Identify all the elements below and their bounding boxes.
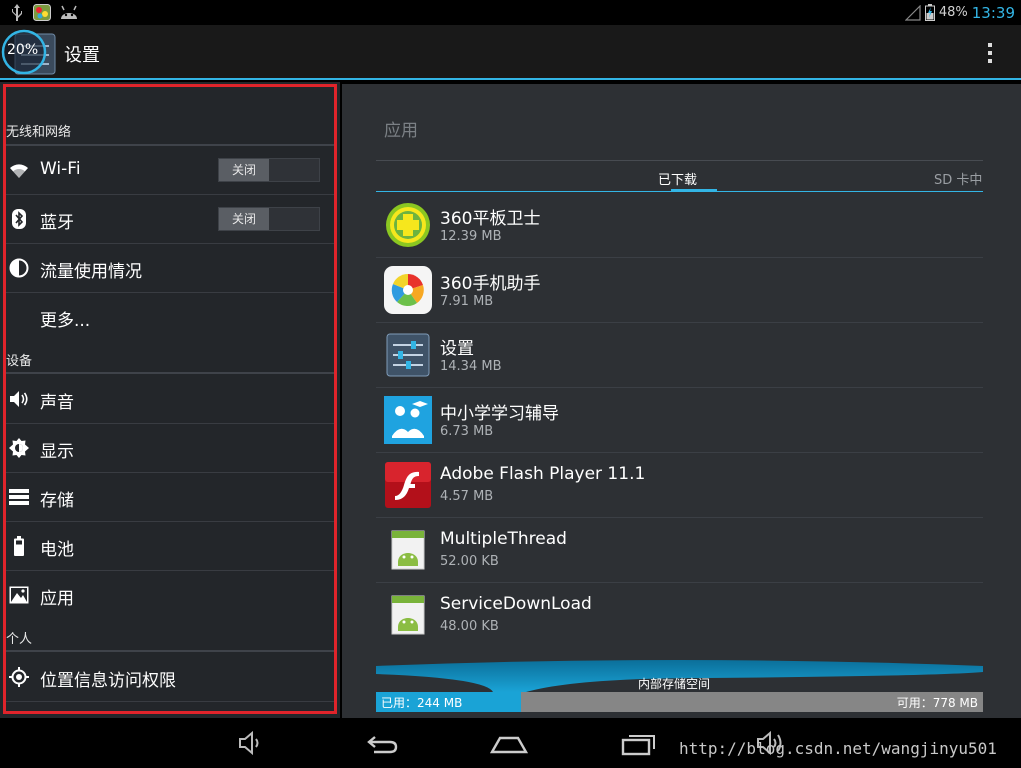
settings-item-label: 更多... (40, 311, 91, 331)
section-header-device: 设备 (6, 354, 33, 369)
app-row[interactable]: Adobe Flash Player 11.1 4.57 MB (376, 452, 983, 517)
app-notification-icon (33, 4, 51, 21)
watermark: http://blog.csdn.net/wangjinyu501 (679, 739, 997, 758)
apps-detail-pane: 应用 已下载 SD 卡中 360平板卫士 12.39 MB 360手机助手 7.… (342, 84, 1021, 718)
app-size: 6.73 MB (440, 424, 494, 439)
data-usage-icon (9, 258, 29, 278)
section-divider (6, 372, 334, 374)
apps-icon (9, 586, 29, 604)
section-header-wireless: 无线和网络 (6, 125, 72, 140)
page-title: 设置 (64, 45, 100, 66)
bluetooth-toggle[interactable]: 关闭 (218, 207, 320, 231)
storage-bar: 已用：244 MB 可用：778 MB (376, 692, 983, 712)
storage-label: 内部存储空间 (638, 677, 711, 691)
app-size: 48.00 KB (440, 619, 499, 634)
toggle-label: 关闭 (219, 208, 269, 230)
bluetooth-icon (12, 209, 26, 229)
sound-icon (10, 391, 28, 407)
tab-downloaded[interactable]: 已下载 (658, 169, 697, 188)
flash-player-icon (385, 462, 431, 508)
app-row[interactable]: 360平板卫士 12.39 MB (376, 192, 983, 257)
app-row[interactable]: 设置 14.34 MB (376, 322, 983, 387)
storage-icon (9, 489, 29, 505)
clock: 13:39 (971, 3, 1015, 22)
settings-item-more[interactable]: 更多... (6, 293, 334, 341)
settings-item-label: Wi-Fi (40, 159, 81, 179)
settings-app-icon (386, 333, 430, 377)
app-name: 中小学学习辅导 (440, 404, 559, 424)
recent-apps-icon[interactable] (618, 728, 658, 758)
app-name: 360手机助手 (440, 274, 541, 294)
app-name: ServiceDownLoad (440, 594, 592, 614)
android-default-icon (391, 595, 425, 635)
overflow-menu-icon[interactable] (982, 40, 998, 66)
app-row[interactable]: 360手机助手 7.91 MB (376, 257, 983, 322)
settings-item-label: 显示 (40, 442, 74, 462)
app-name: 360平板卫士 (440, 209, 541, 229)
settings-item-apps[interactable]: 应用 (6, 571, 334, 619)
settings-item-label: 蓝牙 (40, 213, 74, 233)
settings-item-battery[interactable]: 电池 (6, 522, 334, 570)
back-icon[interactable] (362, 728, 402, 758)
settings-item-storage[interactable]: 存储 (6, 473, 334, 521)
android-default-icon (391, 530, 425, 570)
volume-down-icon[interactable] (230, 728, 270, 758)
battery-icon (14, 536, 24, 556)
display-icon (9, 438, 29, 458)
memory-badge: 20% (7, 42, 39, 58)
wifi-toggle[interactable]: 关闭 (218, 158, 320, 182)
app-row[interactable]: 中小学学习辅导 6.73 MB (376, 387, 983, 452)
section-divider (6, 650, 334, 652)
row-divider (6, 701, 334, 702)
battery-status-icon (924, 4, 935, 21)
app-size: 14.34 MB (440, 359, 502, 374)
settings-item-label: 位置信息访问权限 (40, 671, 176, 691)
360-security-icon (386, 203, 430, 247)
app-name: MultipleThread (440, 529, 567, 549)
app-row[interactable]: MultipleThread 52.00 KB (376, 517, 983, 582)
360-assistant-icon (384, 266, 432, 314)
app-name: Adobe Flash Player 11.1 (440, 464, 646, 484)
settings-item-label: 电池 (40, 540, 74, 560)
study-tutor-icon (384, 396, 432, 444)
section-header-personal: 个人 (6, 632, 33, 647)
settings-item-label: 存储 (40, 491, 74, 511)
android-debug-icon (61, 5, 77, 19)
tab-sd-card[interactable]: SD 卡中 (934, 169, 982, 188)
storage-used-text: 已用：244 MB (381, 696, 463, 710)
storage-free-text: 可用：778 MB (896, 696, 978, 710)
status-bar: 48% 13:39 (0, 0, 1021, 25)
pane-title: 应用 (384, 121, 418, 141)
action-bar: 20% 设置 (0, 25, 1021, 80)
signal-icon (904, 4, 921, 21)
usb-icon (12, 4, 22, 21)
title-divider (376, 160, 983, 161)
app-size: 52.00 KB (440, 554, 499, 569)
settings-item-label: 应用 (40, 589, 74, 609)
settings-item-display[interactable]: 显示 (6, 424, 334, 472)
tablet-screen: 48% 13:39 20% 设置 无线和网络 Wi-Fi 关闭 蓝牙 关闭 流量… (0, 0, 1021, 768)
settings-item-wifi[interactable]: Wi-Fi 关闭 (6, 146, 334, 194)
settings-item-data-usage[interactable]: 流量使用情况 (6, 244, 334, 292)
app-name: 设置 (440, 339, 474, 359)
app-size: 7.91 MB (440, 294, 494, 309)
status-right: 48% 13:39 (904, 3, 1015, 22)
home-icon[interactable] (489, 728, 529, 758)
battery-percent: 48% (938, 5, 968, 20)
settings-item-sound[interactable]: 声音 (6, 375, 334, 423)
app-size: 12.39 MB (440, 229, 502, 244)
app-row[interactable]: ServiceDownLoad 48.00 KB (376, 582, 983, 647)
settings-item-bluetooth[interactable]: 蓝牙 关闭 (6, 195, 334, 243)
toggle-label: 关闭 (219, 159, 269, 181)
app-size: 4.57 MB (440, 489, 494, 504)
settings-item-label: 流量使用情况 (40, 262, 142, 282)
location-icon (9, 667, 29, 687)
wifi-icon (10, 164, 28, 178)
settings-item-location[interactable]: 位置信息访问权限 (6, 653, 334, 701)
settings-item-label: 声音 (40, 393, 74, 413)
